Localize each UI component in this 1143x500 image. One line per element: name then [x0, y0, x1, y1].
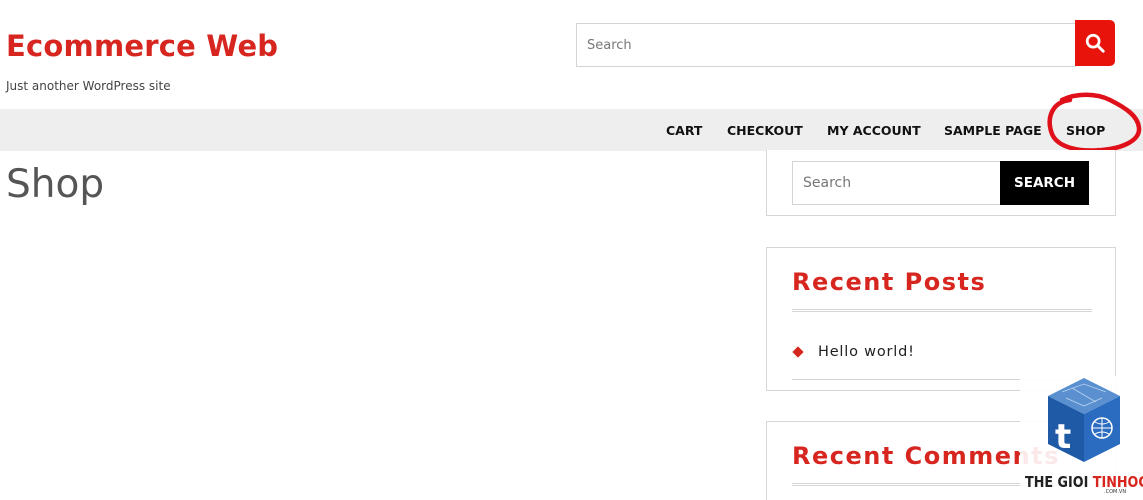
watermark-domain: .COM.VN	[1104, 489, 1127, 495]
cube-letter: t	[1055, 417, 1071, 457]
nav-item-checkout[interactable]: CHECKOUT	[727, 123, 803, 138]
header-search-input[interactable]	[576, 23, 1076, 67]
post-link-hello-world[interactable]: Hello world!	[818, 344, 915, 360]
cube-logo-icon: t	[1048, 378, 1120, 462]
diamond-bullet-icon	[792, 346, 804, 358]
search-icon	[1085, 33, 1105, 53]
nav-item-shop[interactable]: SHOP	[1066, 123, 1105, 138]
nav-item-my-account[interactable]: MY ACCOUNT	[827, 123, 921, 138]
page-title: Shop	[6, 162, 105, 207]
header-search-button[interactable]	[1075, 20, 1115, 66]
sidebar-search-widget: SEARCH	[766, 150, 1116, 216]
recent-posts-title: Recent Posts	[792, 268, 987, 296]
nav-item-sample-page[interactable]: SAMPLE PAGE	[944, 123, 1042, 138]
watermark-logo: t THE GIOI TINHOC .COM.VN	[1020, 376, 1143, 500]
title-divider	[792, 309, 1092, 312]
main-navigation: CART CHECKOUT MY ACCOUNT SAMPLE PAGE SHO…	[0, 109, 1143, 151]
list-item: Hello world!	[792, 344, 915, 360]
sidebar-search-input[interactable]	[792, 161, 1002, 205]
site-title[interactable]: Ecommerce Web	[6, 29, 278, 63]
site-tagline: Just another WordPress site	[6, 79, 171, 93]
recent-posts-widget: Recent Posts Hello world!	[766, 247, 1116, 391]
sidebar-search-button[interactable]: SEARCH	[1000, 161, 1089, 205]
nav-item-cart[interactable]: CART	[666, 123, 702, 138]
